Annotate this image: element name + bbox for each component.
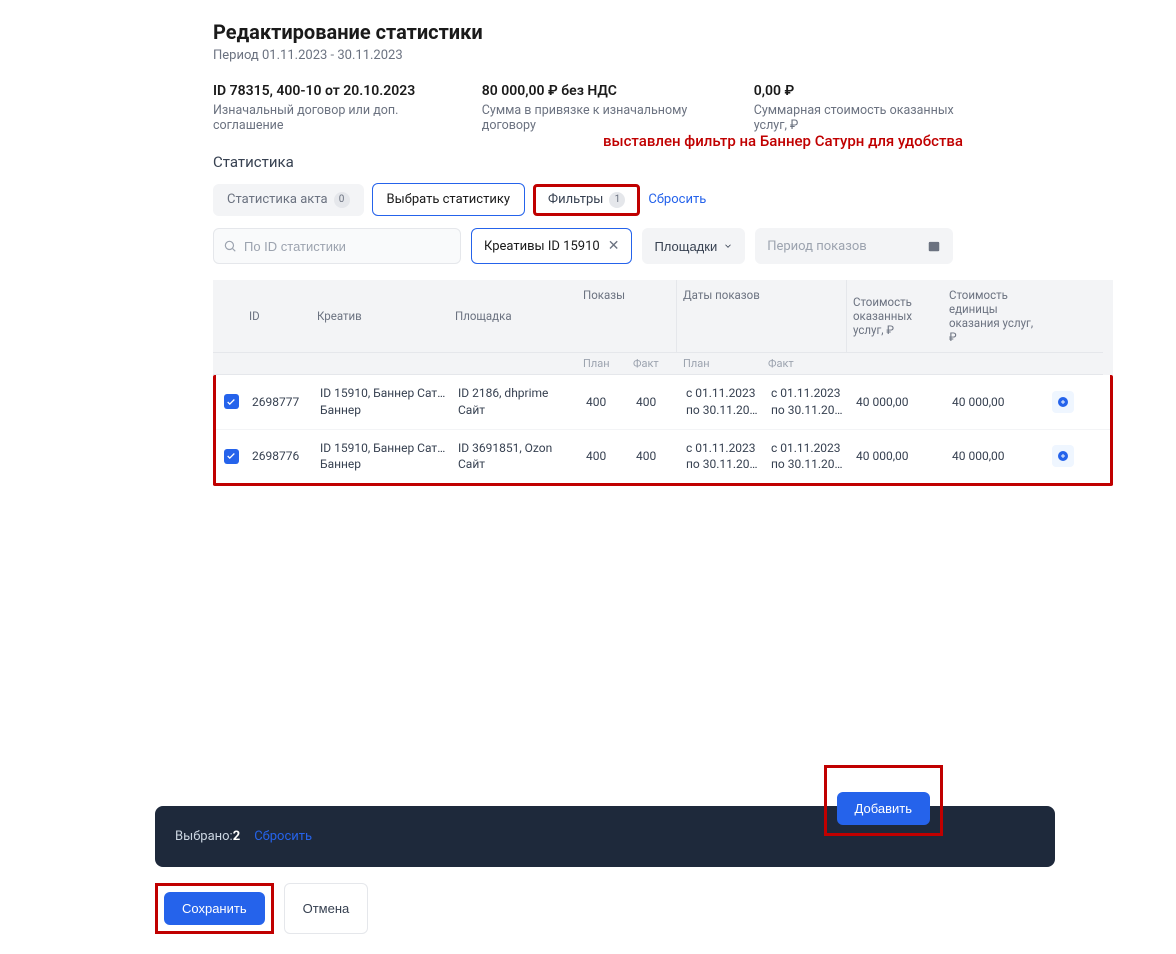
table-body-highlighted: 2698777 ID 15910, Баннер Сату… Баннер ID… <box>213 375 1113 486</box>
th-fact-1: Факт <box>627 353 677 375</box>
th-impressions: Показы <box>577 280 677 353</box>
choose-stat-button[interactable]: Выбрать статистику <box>372 183 526 216</box>
cell-creative: ID 15910, Баннер Сату… Баннер <box>314 375 452 429</box>
reset-link[interactable]: Сбросить <box>648 192 706 207</box>
summary-id-label: Изначальный договор или доп. соглашение <box>213 103 432 133</box>
summary-total-label: Суммарная стоимость оказанных услуг, ₽ <box>754 103 963 133</box>
red-annotation: выставлен фильтр на Баннер Сатурн для уд… <box>603 132 963 150</box>
choose-stat-label: Выбрать статистику <box>387 192 511 207</box>
th-dates: Даты показов <box>677 280 847 353</box>
summary-sum-value: 80 000,00 ₽ без НДС <box>482 83 704 99</box>
cell-cost-unit: 40 000,00 <box>946 430 1046 484</box>
creative-filter-chip[interactable]: Креативы ID 15910 ✕ <box>471 228 632 264</box>
th-cost-unit: Стоимость единицы оказания услуг, ₽ <box>943 280 1043 353</box>
placements-label: Площадки <box>654 239 717 254</box>
table-row[interactable]: 2698776 ID 15910, Баннер Сату… Баннер ID… <box>216 430 1110 484</box>
cancel-button[interactable]: Отмена <box>284 883 369 934</box>
period-input[interactable]: Период показов <box>755 228 952 264</box>
creative-chip-label: Креативы ID 15910 <box>484 239 600 254</box>
close-icon[interactable]: ✕ <box>608 238 620 254</box>
th-cost-services: Стоимость оказанных услуг, ₽ <box>847 280 943 353</box>
cell-date-fact: с 01.11.2023 по 30.11.2023 <box>765 375 850 429</box>
cell-imp-plan: 400 <box>580 375 630 429</box>
period-text: Период 01.11.2023 - 30.11.2023 <box>213 48 963 63</box>
calendar-icon <box>927 239 941 253</box>
check-icon <box>226 451 236 461</box>
save-button-highlight: Сохранить <box>155 883 274 934</box>
table-header: ID Креатив Площадка Показы Даты показов … <box>213 280 1113 353</box>
filters-button[interactable]: Фильтры 1 <box>533 184 640 216</box>
search-icon <box>223 239 237 253</box>
cell-cost-services: 40 000,00 <box>850 430 946 484</box>
th-creative: Креатив <box>311 280 449 353</box>
cell-date-plan: с 01.11.2023 по 30.11.2023 <box>680 430 765 484</box>
cell-imp-plan: 400 <box>580 430 630 484</box>
plus-circle-icon <box>1057 450 1069 462</box>
add-button[interactable]: Добавить <box>837 792 930 825</box>
cell-cost-unit: 40 000,00 <box>946 375 1046 429</box>
summary-sum-label: Сумма в привязке к изначальному договору <box>482 103 704 133</box>
cell-placement: ID 3691851, Ozon Сайт <box>452 430 580 484</box>
period-label: Период показов <box>767 239 866 254</box>
save-button[interactable]: Сохранить <box>164 892 265 925</box>
add-row-button[interactable] <box>1052 445 1074 467</box>
cell-date-plan: с 01.11.2023 по 30.11.2023 <box>680 375 765 429</box>
table-row[interactable]: 2698777 ID 15910, Баннер Сату… Баннер ID… <box>216 375 1110 430</box>
th-plan-2: План <box>677 353 762 375</box>
chevron-down-icon <box>723 241 733 251</box>
th-id: ID <box>243 280 311 353</box>
placements-dropdown[interactable]: Площадки <box>642 228 745 264</box>
cell-placement: ID 2186, dhprime Сайт <box>452 375 580 429</box>
summary-row: ID 78315, 400-10 от 20.10.2023 Изначальн… <box>213 83 963 133</box>
selection-bar: Выбрано:2 Сбросить Добавить Добавить <box>155 806 1055 867</box>
cell-date-fact: с 01.11.2023 по 30.11.2023 <box>765 430 850 484</box>
plus-circle-icon <box>1057 396 1069 408</box>
summary-total-value: 0,00 ₽ <box>754 83 963 99</box>
add-row-button[interactable] <box>1052 391 1074 413</box>
search-input[interactable] <box>213 228 461 264</box>
selected-count: 2 <box>233 829 240 844</box>
row-checkbox[interactable] <box>224 449 239 464</box>
filters-count: 1 <box>609 192 625 208</box>
th-placement: Площадка <box>449 280 577 353</box>
cell-cost-services: 40 000,00 <box>850 375 946 429</box>
cell-id: 2698777 <box>246 375 314 429</box>
cell-imp-fact: 400 <box>630 430 680 484</box>
cell-imp-fact: 400 <box>630 375 680 429</box>
row-checkbox[interactable] <box>224 394 239 409</box>
check-icon <box>226 397 236 407</box>
selected-label: Выбрано: <box>175 829 233 844</box>
stat-act-label: Статистика акта <box>227 192 328 207</box>
table-subheader: План Факт План Факт <box>213 353 1113 375</box>
stat-act-tab[interactable]: Статистика акта 0 <box>213 184 364 216</box>
th-fact-2: Факт <box>762 353 847 375</box>
filters-label: Фильтры <box>548 192 603 207</box>
section-title: Статистика <box>213 153 963 171</box>
selection-reset-link[interactable]: Сбросить <box>254 829 312 844</box>
page-title: Редактирование статистики <box>213 20 963 44</box>
th-plan-1: План <box>577 353 627 375</box>
cell-id: 2698776 <box>246 430 314 484</box>
summary-id-value: ID 78315, 400-10 от 20.10.2023 <box>213 83 432 99</box>
stat-act-count: 0 <box>334 192 350 208</box>
cell-creative: ID 15910, Баннер Сату… Баннер <box>314 430 452 484</box>
